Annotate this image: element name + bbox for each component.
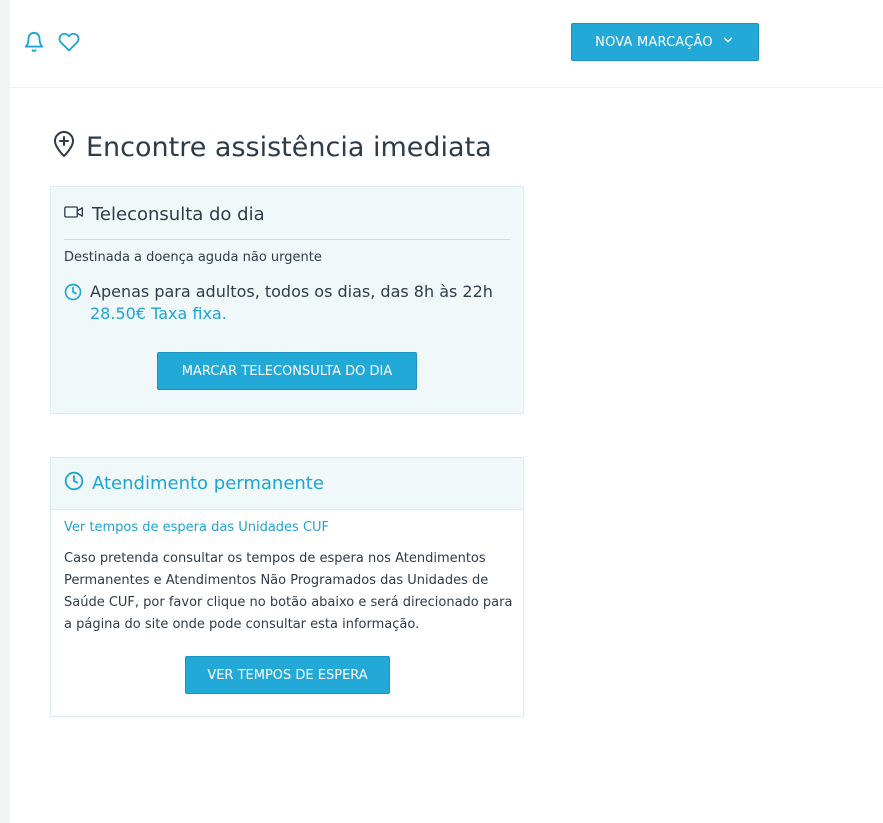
ver-tempos-espera-button[interactable]: VER TEMPOS DE ESPERA (185, 656, 390, 694)
clock-icon (64, 283, 82, 305)
bell-icon[interactable] (22, 30, 46, 54)
teleconsulta-card-header: Teleconsulta do dia (64, 201, 510, 240)
clock-icon (64, 471, 84, 496)
left-sidebar-strip (0, 0, 10, 823)
heart-icon[interactable] (57, 30, 81, 54)
atendimento-description: Caso pretenda consultar os tempos de esp… (64, 551, 513, 632)
map-pin-plus-icon (52, 130, 76, 165)
tempos-espera-link[interactable]: Ver tempos de espera das Unidades CUF (64, 520, 329, 535)
teleconsulta-schedule: Apenas para adultos, todos os dias, das … (90, 282, 493, 301)
teleconsulta-info-text: Apenas para adultos, todos os dias, das … (90, 281, 493, 325)
atendimento-card: Atendimento permanente Ver tempos de esp… (50, 457, 524, 717)
nova-marcacao-button[interactable]: NOVA MARCAÇÃO (571, 23, 759, 61)
section-heading: Encontre assistência imediata (52, 130, 492, 165)
video-camera-icon (64, 204, 84, 225)
marcar-teleconsulta-button[interactable]: MARCAR TELECONSULTA DO DIA (157, 352, 417, 390)
atendimento-title: Atendimento permanente (92, 473, 324, 494)
teleconsulta-card: Teleconsulta do dia Destinada a doença a… (50, 186, 524, 414)
teleconsulta-title: Teleconsulta do dia (92, 204, 265, 225)
atendimento-card-header: Atendimento permanente (51, 458, 523, 510)
teleconsulta-info: Apenas para adultos, todos os dias, das … (64, 281, 493, 325)
chevron-down-icon (721, 33, 735, 51)
nova-marcacao-label: NOVA MARCAÇÃO (595, 34, 713, 50)
teleconsulta-price: 28.50€ Taxa fixa. (90, 304, 227, 323)
teleconsulta-subtitle: Destinada a doença aguda não urgente (64, 250, 322, 265)
page-title: Encontre assistência imediata (86, 132, 492, 163)
